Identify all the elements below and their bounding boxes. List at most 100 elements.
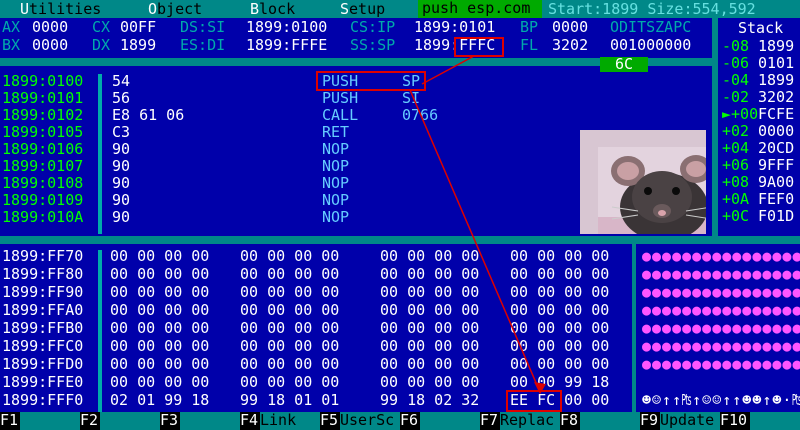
dump-bytes[interactable]: 00 00 00 00	[510, 338, 609, 355]
reg-esdi-value[interactable]: 1899:FFFE	[246, 37, 327, 54]
reg-cx-value[interactable]: 00FF	[120, 19, 156, 36]
stack-value[interactable]: FEF0	[758, 191, 794, 208]
stack-row[interactable]: +0A FEF0	[718, 191, 800, 208]
dump-bytes[interactable]: 00 00 00 00	[510, 248, 609, 265]
fkey-f10-label[interactable]	[750, 412, 800, 430]
fkey-f10[interactable]: F10	[720, 412, 750, 430]
reg-fl-value[interactable]: 3202	[552, 37, 588, 54]
dump-bytes[interactable]: 00 00 00 00	[510, 302, 609, 319]
stack-panel[interactable]: Stack -08 1899 -06 0101 -04 1899 -02 3202 ►+00 FC…	[718, 18, 800, 236]
stack-value[interactable]: FCFE	[758, 106, 794, 123]
dump-bytes[interactable]: 00 00 00 00	[110, 248, 209, 265]
ascii-row[interactable]: ●●●●●●●●●●●●●●●●	[642, 338, 800, 355]
fkey-f8-label[interactable]	[580, 412, 640, 430]
reg-dssi-value[interactable]: 1899:0100	[246, 19, 327, 36]
dump-row[interactable]: 1899:FF90 00 00 00 00 00 00 00 00 00 00 00 …	[0, 284, 632, 301]
ascii-dump-panel[interactable]: ●●●●●●●●●●●●●●●● ●●●●●●●●●●●●●●●● ●●●●●●●●…	[636, 244, 800, 412]
stack-value[interactable]: 20CD	[758, 140, 794, 157]
dump-bytes[interactable]: 00 00 00 00	[510, 356, 609, 373]
dump-bytes[interactable]: 00 00 00 00	[380, 284, 479, 301]
fkey-f7[interactable]: F7	[480, 412, 500, 430]
stack-row[interactable]: ►+00 FCFE	[718, 106, 800, 123]
dump-bytes[interactable]: 00 00 00 00	[510, 266, 609, 283]
fkey-f3[interactable]: F3	[160, 412, 180, 430]
menu-setup[interactable]: Setup	[340, 1, 385, 18]
stack-row[interactable]: +08 9A00	[718, 174, 800, 191]
ascii-row[interactable]: ●●●●●●●●●●●●●●●●	[642, 284, 800, 301]
reg-ax-value[interactable]: 0000	[32, 19, 68, 36]
fkey-f5-label[interactable]: UserSc	[340, 412, 400, 430]
dump-bytes[interactable]: 00 00 00 00	[380, 374, 479, 391]
stack-row[interactable]: -04 1899	[718, 72, 800, 89]
dump-row[interactable]: 1899:FFB0 00 00 00 00 00 00 00 00 00 00 00 …	[0, 320, 632, 337]
stack-value[interactable]: 0000	[758, 123, 794, 140]
reg-bp-value[interactable]: 0000	[552, 19, 588, 36]
fkey-f3-label[interactable]	[180, 412, 240, 430]
flags-value[interactable]: 001000000	[610, 37, 691, 54]
fkey-f2[interactable]: F2	[80, 412, 100, 430]
stack-row[interactable]: -02 3202	[718, 89, 800, 106]
dump-bytes[interactable]: 00 00 00 00	[110, 320, 209, 337]
fkey-f6-label[interactable]	[420, 412, 480, 430]
dump-bytes[interactable]: 00 00 00 00	[240, 320, 339, 337]
dump-row[interactable]: 1899:FF80 00 00 00 00 00 00 00 00 00 00 00 …	[0, 266, 632, 283]
stack-value[interactable]: 0101	[758, 55, 794, 72]
fkey-f6[interactable]: F6	[400, 412, 420, 430]
reg-csip-value[interactable]: 1899:0101	[414, 19, 495, 36]
fkey-f1[interactable]: F1	[0, 412, 20, 430]
dump-row[interactable]: 1899:FFE0 00 00 00 00 00 00 00 00 00 00 00 …	[0, 374, 632, 391]
dump-bytes[interactable]: 00 00 00 00	[240, 356, 339, 373]
dump-bytes[interactable]: 00 00 00 00	[240, 284, 339, 301]
stack-value[interactable]: F01D	[758, 208, 794, 225]
stack-row[interactable]: -08 1899	[718, 38, 800, 55]
reg-dx-value[interactable]: 1899	[120, 37, 156, 54]
stack-value[interactable]: 3202	[758, 89, 794, 106]
reg-bx-value[interactable]: 0000	[32, 37, 68, 54]
dump-bytes[interactable]: 00 00 00 00	[240, 374, 339, 391]
menu-object[interactable]: Object	[148, 1, 202, 18]
stack-row[interactable]: +04 20CD	[718, 140, 800, 157]
dump-bytes[interactable]: 00 00 00 00	[510, 284, 609, 301]
dump-bytes[interactable]: 99 18 02 32	[380, 392, 479, 409]
dump-bytes[interactable]: 00 00 00 00	[110, 374, 209, 391]
stack-row[interactable]: +06 9FFF	[718, 157, 800, 174]
dump-bytes[interactable]: 00 00 00 00	[240, 266, 339, 283]
registers-panel[interactable]: AX 0000 CX 00FF DS:SI 1899:0100 CS:IP 18…	[0, 18, 712, 58]
stack-value[interactable]: 9A00	[758, 174, 794, 191]
stack-value[interactable]: 1899	[758, 38, 794, 55]
dump-bytes[interactable]: 00 00 00 00	[110, 284, 209, 301]
dump-bytes[interactable]: 00 00 00 00	[380, 356, 479, 373]
ascii-row[interactable]: ₧↑	[642, 374, 800, 391]
dump-bytes[interactable]: 00 00 99 18	[510, 374, 609, 391]
fkey-f1-label[interactable]	[20, 412, 80, 430]
dump-bytes[interactable]: 00 00 00 00	[240, 302, 339, 319]
fkey-f9-label[interactable]: Update	[660, 412, 720, 430]
ascii-row[interactable]: ●●●●●●●●●●●●●●●●	[642, 248, 800, 265]
memory-dump-panel[interactable]: 1899:FF70 00 00 00 00 00 00 00 00 00 00 00 …	[0, 244, 632, 412]
code-row[interactable]: 1899:0102 E8 61 06 CALL 0766	[0, 107, 712, 124]
dump-bytes[interactable]: 00 00 00 00	[110, 356, 209, 373]
stack-row[interactable]: -06 0101	[718, 55, 800, 72]
stack-value[interactable]: 1899	[758, 72, 794, 89]
dump-bytes[interactable]: 00 00 00 00	[380, 338, 479, 355]
menu-block[interactable]: Block	[250, 1, 295, 18]
ascii-row[interactable]: ●●●●●●●●●●●●●●●●	[642, 302, 800, 319]
dump-row[interactable]: 1899:FFA0 00 00 00 00 00 00 00 00 00 00 00 …	[0, 302, 632, 319]
stack-row[interactable]: +0C F01D	[718, 208, 800, 225]
dump-bytes[interactable]: 99 18 01 01	[240, 392, 339, 409]
ascii-row[interactable]: ●●●●●●●●●●●●●●●●	[642, 320, 800, 337]
dump-row[interactable]: 1899:FFC0 00 00 00 00 00 00 00 00 00 00 00 …	[0, 338, 632, 355]
dump-bytes[interactable]: 00 00 00 00	[110, 266, 209, 283]
fkey-f2-label[interactable]	[100, 412, 160, 430]
dump-row[interactable]: 1899:FFD0 00 00 00 00 00 00 00 00 00 00 00 …	[0, 356, 632, 373]
dump-bytes[interactable]: 02 01 99 18	[110, 392, 209, 409]
fkey-f5[interactable]: F5	[320, 412, 340, 430]
dump-bytes[interactable]: 00 00 00 00	[380, 248, 479, 265]
stack-value[interactable]: 9FFF	[758, 157, 794, 174]
dump-bytes[interactable]: 00 00 00 00	[380, 302, 479, 319]
ascii-row[interactable]: ☻☺↑↑₧↑☺☺↑↑☻☻↑☻·₧	[642, 392, 800, 409]
dump-bytes[interactable]: 00 00 00 00	[380, 320, 479, 337]
fkey-f7-label[interactable]: Replac	[500, 412, 560, 430]
dump-bytes[interactable]: 00 00 00 00	[510, 320, 609, 337]
ascii-row[interactable]: ●●●●●●●●●●●●●●●●	[642, 266, 800, 283]
